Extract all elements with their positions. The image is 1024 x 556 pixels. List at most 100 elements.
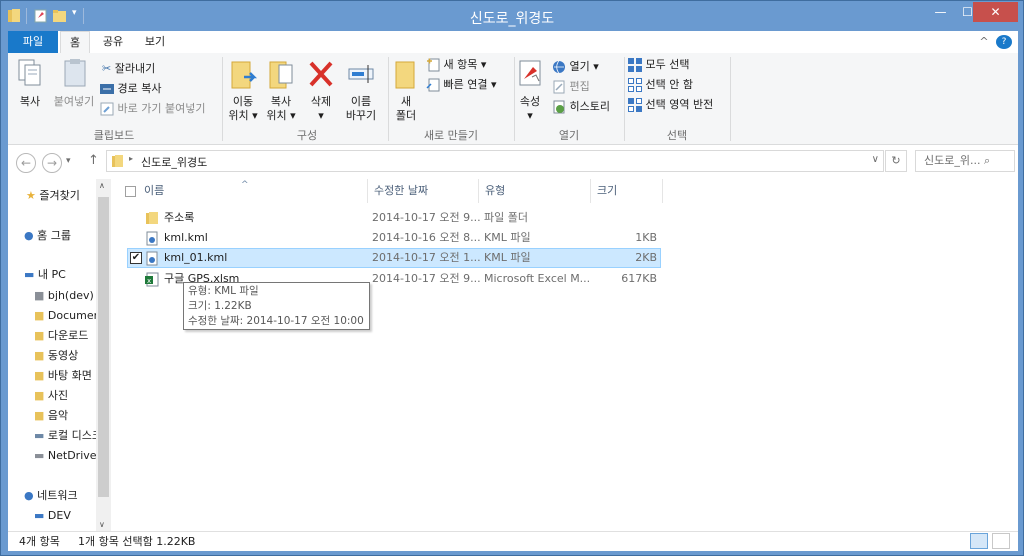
paste-button[interactable]: 붙여넣기: [50, 57, 98, 109]
nav-item-music[interactable]: ■ 음악: [34, 407, 68, 425]
select-all-button[interactable]: 모두 선택: [628, 57, 689, 73]
column-header-size[interactable]: 크기: [591, 179, 663, 203]
open-label: 열기 ▾: [569, 60, 599, 73]
nav-item-downloads[interactable]: ■ 다운로드: [34, 327, 88, 345]
up-button[interactable]: ↑: [88, 153, 99, 168]
nav-scrollbar[interactable]: ∧ ∨: [96, 179, 111, 531]
file-name: kml_01.kml: [164, 251, 228, 264]
svg-text:x: x: [147, 277, 151, 285]
delete-button[interactable]: 삭제 ▾: [306, 57, 336, 123]
select-all-icon: [628, 58, 642, 72]
music-icon: ■: [34, 409, 45, 422]
history-label: 히스토리: [569, 100, 610, 113]
select-none-button[interactable]: 선택 안 함: [628, 77, 693, 93]
copy-button[interactable]: 복사: [12, 57, 48, 109]
nav-item-label: 다운로드: [47, 329, 89, 342]
address-bar[interactable]: ▸ 신도로_위경도 ∨: [106, 150, 884, 172]
column-header-name[interactable]: 이름 ^: [119, 179, 369, 203]
nav-item-netdrive[interactable]: ▬ NetDrive: [34, 447, 97, 465]
ribbon-expand-button[interactable]: ^: [976, 31, 992, 53]
edit-button[interactable]: 편집: [552, 79, 590, 95]
scroll-up-icon[interactable]: ∧: [99, 181, 105, 190]
move-to-button[interactable]: 이동 위치 ▾: [226, 57, 260, 123]
file-type: KML 파일: [484, 231, 531, 244]
nav-item-label: 로컬 디스크: [47, 429, 103, 442]
file-row[interactable]: 주소록 2014-10-17 오전 9... 파일 폴더: [127, 208, 661, 228]
nav-homegroup[interactable]: ● 홈 그룹: [24, 227, 71, 245]
nav-item-dev[interactable]: ▬ DEV: [34, 507, 71, 525]
file-date: 2014-10-17 오전 9...: [372, 211, 481, 224]
explorer-window: ▾ 신도로_위경도 — ☐ ✕ 파일 홈 공유 보기 ^ ? 복사 붙여넣기 ✂…: [0, 0, 1024, 556]
help-icon[interactable]: ?: [996, 35, 1012, 49]
copy-path-button[interactable]: 경로 복사: [100, 81, 161, 97]
tab-share[interactable]: 공유: [96, 31, 130, 53]
invert-selection-button[interactable]: 선택 영역 반전: [628, 97, 713, 113]
nav-scroll-thumb[interactable]: [98, 197, 109, 497]
nav-network[interactable]: ● 네트워크: [24, 487, 78, 505]
address-dropdown-icon[interactable]: ∨: [872, 154, 879, 165]
group-new-label: 새로 만들기: [423, 129, 479, 142]
new-item-button[interactable]: 새 항목 ▾: [426, 57, 486, 73]
file-name: 주소록: [164, 211, 195, 224]
history-button[interactable]: 히스토리: [552, 99, 610, 115]
edit-label: 편집: [569, 80, 590, 93]
rename-button[interactable]: 이름 바꾸기: [342, 57, 380, 123]
file-date: 2014-10-17 오전 9...: [372, 272, 481, 285]
cut-button[interactable]: ✂ 잘라내기: [102, 61, 155, 77]
status-selection: 1개 항목 선택함 1.22KB: [78, 535, 196, 548]
nav-homegroup-label: 홈 그룹: [37, 229, 71, 242]
nav-favorites[interactable]: ★ 즐겨찾기: [26, 187, 80, 205]
new-folder-button[interactable]: 새 폴더: [392, 57, 420, 123]
scroll-down-icon[interactable]: ∨: [99, 520, 105, 529]
nav-thispc[interactable]: ▬ 내 PC: [24, 266, 66, 284]
file-date: 2014-10-17 오전 1...: [372, 251, 481, 264]
file-row[interactable]: kml.kml 2014-10-16 오전 8... KML 파일 1KB: [127, 228, 661, 248]
row-checkbox-checked[interactable]: ✔: [130, 252, 142, 264]
file-type: Microsoft Excel M...: [484, 272, 589, 285]
file-size: 617KB: [621, 272, 657, 285]
nav-item-label: NetDrive: [47, 449, 97, 462]
column-header-date[interactable]: 수정한 날짜: [367, 179, 479, 203]
properties-dropdown[interactable]: ▾: [516, 109, 544, 123]
ribbon: 복사 붙여넣기 ✂ 잘라내기 경로 복사 바로 가기 붙여넣기 클립보드 이동 …: [8, 53, 1018, 145]
column-header-type[interactable]: 유형: [479, 179, 591, 203]
pictures-icon: ■: [34, 389, 45, 402]
computer-icon: ▬: [34, 509, 45, 522]
close-button[interactable]: ✕: [973, 2, 1018, 22]
path-icon: [100, 84, 114, 94]
forward-button[interactable]: →: [42, 153, 62, 173]
kml-icon: [146, 231, 158, 246]
nav-item-pictures[interactable]: ■ 사진: [34, 387, 68, 405]
new-folder-label-1: 새: [400, 95, 412, 108]
nav-favorites-label: 즐겨찾기: [39, 189, 80, 202]
tab-home[interactable]: 홈: [60, 31, 90, 53]
search-input[interactable]: 신도로_위... ⌕: [915, 150, 1015, 172]
nav-item-videos[interactable]: ■ 동영상: [34, 347, 78, 365]
open-button[interactable]: 열기 ▾: [552, 59, 599, 75]
properties-button[interactable]: 속성 ▾: [516, 57, 544, 123]
properties-label: 속성: [519, 95, 541, 108]
details-view-icon[interactable]: [970, 533, 988, 549]
nav-item-desktop[interactable]: ■ 바탕 화면: [34, 367, 92, 385]
tab-view[interactable]: 보기: [138, 31, 172, 53]
nav-item-local-disk[interactable]: ▬ 로컬 디스크: [34, 427, 102, 445]
breadcrumb-current[interactable]: 신도로_위경도: [141, 154, 207, 170]
copy-to-button[interactable]: 복사 위치 ▾: [264, 57, 298, 123]
refresh-button[interactable]: ↻: [885, 150, 907, 172]
homegroup-icon: ●: [24, 229, 34, 242]
nav-item-bjh[interactable]: ■ bjh(dev): [34, 287, 94, 305]
select-all-checkbox[interactable]: [125, 185, 136, 197]
easy-access-button[interactable]: 빠른 연결 ▾: [426, 77, 497, 93]
window-title: 신도로_위경도: [469, 11, 555, 27]
delete-dropdown[interactable]: ▾: [306, 109, 336, 123]
recent-locations-dropdown[interactable]: ▾: [66, 156, 71, 166]
network-drive-icon: ▬: [34, 449, 45, 462]
edit-icon: [553, 80, 565, 94]
minimize-button[interactable]: —: [927, 2, 954, 22]
file-row-selected[interactable]: ✔ kml_01.kml 2014-10-17 오전 1... KML 파일 2…: [127, 248, 661, 268]
back-button[interactable]: ←: [16, 153, 36, 173]
paste-shortcut-button[interactable]: 바로 가기 붙여넣기: [100, 101, 205, 117]
large-icons-view-icon[interactable]: [992, 533, 1010, 549]
tab-file[interactable]: 파일: [8, 31, 58, 53]
computer-icon: ▬: [24, 268, 35, 281]
